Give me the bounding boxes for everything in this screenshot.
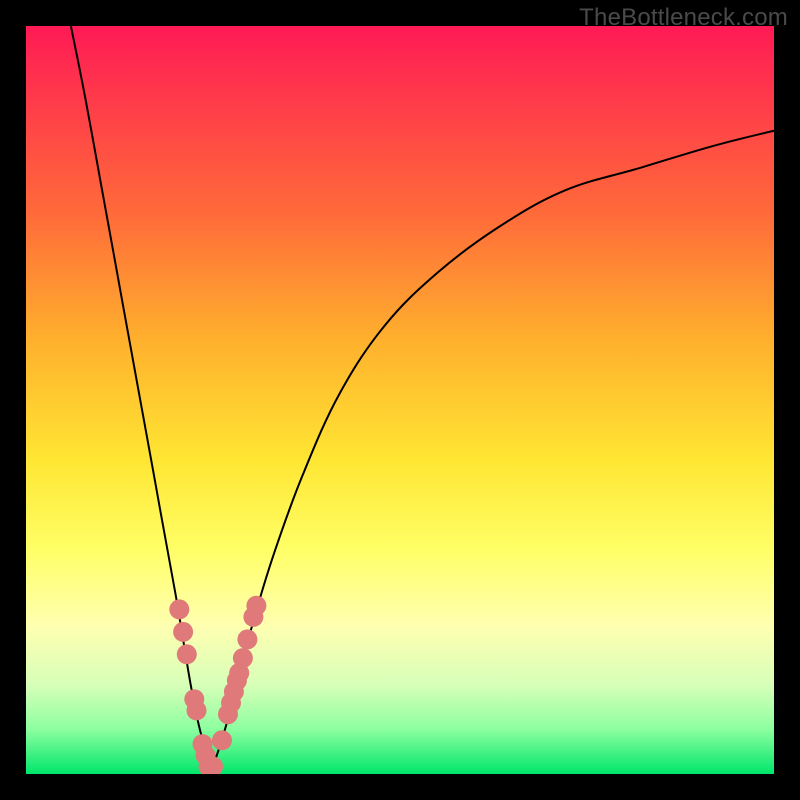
data-marker <box>187 700 207 720</box>
watermark-text: TheBottleneck.com <box>579 4 788 32</box>
data-marker <box>233 648 253 668</box>
data-marker <box>212 730 232 750</box>
data-marker <box>169 599 189 619</box>
marker-group <box>169 596 266 774</box>
data-marker <box>246 596 266 616</box>
chart-plot-area <box>26 26 774 774</box>
chart-svg <box>26 26 774 774</box>
curve-right-branch <box>210 131 774 774</box>
data-marker <box>173 622 193 642</box>
data-marker <box>237 629 257 649</box>
data-marker <box>177 644 197 664</box>
